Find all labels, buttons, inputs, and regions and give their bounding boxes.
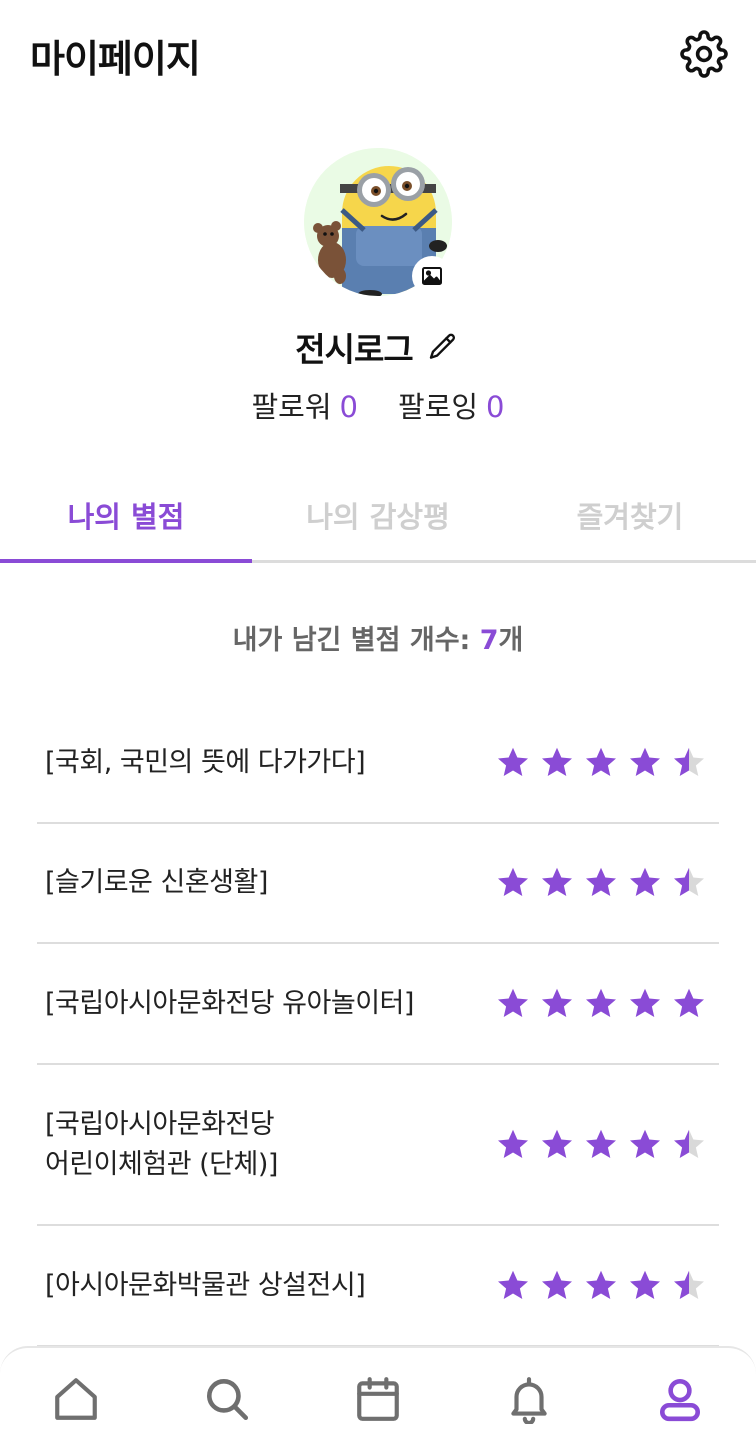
star-full-icon: [586, 988, 616, 1017]
followers-link[interactable]: 팔로워 0: [252, 384, 359, 426]
change-photo-button[interactable]: [412, 256, 452, 296]
star-half-icon: [674, 747, 704, 777]
list-item[interactable]: [슬기로운 신혼생활]: [37, 824, 719, 944]
ratings-count-number: 7: [479, 625, 499, 656]
star-full-icon: [630, 747, 660, 777]
list-item[interactable]: [국회, 국민의 뜻에 다가가다]: [37, 704, 719, 824]
user-icon: [660, 1378, 701, 1421]
star-full-icon: [674, 988, 704, 1017]
tab-favorites[interactable]: 즐겨찾기: [504, 470, 756, 560]
ratings-count-unit: 개: [498, 625, 524, 656]
star-full-icon: [586, 747, 616, 777]
gear-icon: [680, 30, 728, 78]
nav-notifications-button[interactable]: [499, 1369, 559, 1429]
star-full-icon: [586, 1270, 616, 1299]
star-half-icon: [674, 1129, 704, 1158]
exhibition-title: [국회, 국민의 뜻에 다가가다]: [45, 747, 366, 778]
star-rating: [487, 1268, 707, 1304]
star-full-icon: [498, 1129, 528, 1158]
star-half-icon: [674, 1270, 704, 1299]
following-label: 팔로잉: [398, 390, 479, 424]
list-item[interactable]: [국립아시아문화전당 유아놀이터]: [37, 944, 719, 1065]
star-full-icon: [630, 867, 660, 897]
nickname-row: 전시로그: [0, 323, 756, 371]
nav-mypage-button[interactable]: [650, 1369, 710, 1429]
calendar-icon: [357, 1376, 399, 1421]
star-rating: [487, 865, 707, 901]
star-full-icon: [498, 747, 528, 777]
nav-calendar-button[interactable]: [348, 1369, 408, 1429]
star-full-icon: [542, 867, 572, 897]
followers-count: 0: [339, 390, 358, 424]
list-item[interactable]: [아시아문화박물관 상설전시]: [37, 1226, 719, 1347]
nav-search-button[interactable]: [197, 1369, 257, 1429]
page-title: 마이페이지: [30, 37, 201, 81]
nickname: 전시로그: [295, 330, 413, 369]
edit-nickname-button[interactable]: [425, 329, 461, 365]
bottom-nav: [0, 1346, 756, 1449]
bell-icon: [511, 1376, 547, 1424]
star-full-icon: [498, 867, 528, 897]
pencil-icon: [429, 333, 455, 359]
star-full-icon: [586, 1129, 616, 1158]
star-rating: [487, 986, 707, 1022]
tab-my-ratings[interactable]: 나의 별점: [0, 470, 252, 563]
exhibition-title: [아시아문화박물관 상설전시]: [45, 1269, 366, 1301]
exhibition-title: [국립아시아문화전당 어린이체험관 (단체)]: [45, 1108, 278, 1180]
tab-my-reviews[interactable]: 나의 감상평: [252, 470, 504, 560]
star-rating: [487, 1127, 707, 1163]
header: 마이페이지: [0, 0, 756, 110]
star-full-icon: [542, 747, 572, 777]
ratings-list: [국회, 국민의 뜻에 다가가다] [슬기로운 신혼생활] [국립아시아문화전당…: [37, 704, 719, 1347]
star-full-icon: [630, 1270, 660, 1299]
following-link[interactable]: 팔로잉 0: [398, 384, 505, 426]
home-icon: [54, 1377, 97, 1420]
star-full-icon: [630, 988, 660, 1017]
search-icon: [206, 1378, 248, 1420]
ratings-count-summary: 내가 남긴 별점 개수: 7개: [0, 618, 756, 657]
star-full-icon: [542, 1129, 572, 1158]
tab-bar: 나의 별점 나의 감상평 즐겨찾기: [0, 470, 756, 563]
star-full-icon: [630, 1129, 660, 1158]
avatar-wrapper: [304, 148, 452, 296]
settings-button[interactable]: [680, 30, 728, 78]
nav-home-button[interactable]: [46, 1369, 106, 1429]
list-item[interactable]: [국립아시아문화전당 어린이체험관 (단체)]: [37, 1065, 719, 1226]
star-full-icon: [498, 1270, 528, 1299]
exhibition-title: [슬기로운 신혼생활]: [45, 867, 268, 898]
ratings-count-label: 내가 남긴 별점 개수:: [232, 625, 480, 656]
exhibition-title: [국립아시아문화전당 유아놀이터]: [45, 987, 414, 1019]
star-full-icon: [542, 1270, 572, 1299]
star-full-icon: [498, 988, 528, 1017]
star-full-icon: [542, 988, 572, 1017]
followers-label: 팔로워: [251, 390, 332, 424]
star-full-icon: [586, 867, 616, 897]
image-icon: [422, 267, 442, 285]
star-half-icon: [674, 867, 704, 897]
following-count: 0: [486, 390, 505, 424]
star-rating: [487, 745, 707, 781]
follow-stats: 팔로워 0 팔로잉 0: [0, 384, 756, 426]
